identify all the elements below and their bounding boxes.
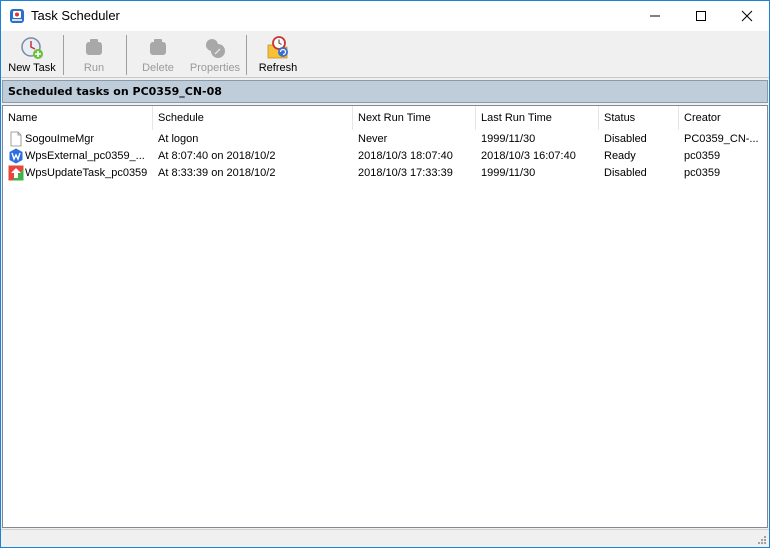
title-bar[interactable]: Task Scheduler xyxy=(1,1,769,31)
maximize-button[interactable] xyxy=(678,1,724,31)
schedule-cell: At logon xyxy=(158,133,199,145)
task-scheduler-app-icon xyxy=(10,9,24,23)
creator-cell: pc0359 xyxy=(684,167,721,179)
toolbar-separator xyxy=(246,35,247,75)
table-row[interactable]: WpsUpdateTask_pc0359 At 8:33:39 on 2018/… xyxy=(3,165,767,182)
minimize-icon xyxy=(650,15,660,17)
window-title: Task Scheduler xyxy=(31,8,120,23)
refresh-button[interactable]: Refresh xyxy=(251,33,305,77)
new-task-button[interactable]: New Task xyxy=(3,33,61,77)
close-button[interactable] xyxy=(724,1,770,31)
next-run-time-cell: Never xyxy=(358,133,388,145)
close-icon xyxy=(741,10,753,22)
run-icon xyxy=(86,39,102,55)
task-name-cell: WpsUpdateTask_pc0359 xyxy=(3,165,153,182)
new-task-label: New Task xyxy=(8,62,56,74)
task-scheduler-window: Task Scheduler New Task Run Delete Prope… xyxy=(0,0,770,548)
refresh-label: Refresh xyxy=(258,62,298,74)
scheduled-tasks-banner: Scheduled tasks on PC0359_CN-08 xyxy=(2,80,768,103)
last-run-time-cell: 2018/10/3 16:07:40 xyxy=(481,150,576,162)
delete-button[interactable]: Delete xyxy=(128,33,188,77)
minimize-button[interactable] xyxy=(632,1,678,31)
column-header-schedule[interactable]: Schedule xyxy=(153,106,353,130)
creator-cell: pc0359 xyxy=(684,150,721,162)
toolbar: New Task Run Delete Properties Refresh xyxy=(1,31,769,78)
wps-update-icon xyxy=(8,165,24,181)
last-run-time-cell: 1999/11/30 xyxy=(481,133,536,145)
properties-label: Properties xyxy=(189,62,241,74)
next-run-time-cell: 2018/10/3 17:33:39 xyxy=(358,167,453,179)
next-run-time-cell: 2018/10/3 18:07:40 xyxy=(358,150,453,162)
blank-document-icon xyxy=(10,131,22,147)
run-button[interactable]: Run xyxy=(65,33,123,77)
delete-icon xyxy=(150,39,166,55)
task-list[interactable]: Name Schedule Next Run Time Last Run Tim… xyxy=(2,105,768,528)
list-header: Name Schedule Next Run Time Last Run Tim… xyxy=(3,106,767,130)
maximize-icon xyxy=(696,11,706,21)
task-name: SogouImeMgr xyxy=(25,133,95,145)
status-cell: Disabled xyxy=(604,133,647,145)
properties-button[interactable]: Properties xyxy=(187,33,243,77)
status-bar xyxy=(1,529,769,547)
task-name: WpsUpdateTask_pc0359 xyxy=(25,167,148,179)
task-name-cell: WpsExternal_pc0359_... xyxy=(3,148,153,165)
column-header-name[interactable]: Name xyxy=(3,106,153,130)
creator-cell: PC0359_CN-... xyxy=(684,133,759,145)
schedule-cell: At 8:33:39 on 2018/10/2 xyxy=(158,167,276,179)
delete-label: Delete xyxy=(142,62,174,74)
properties-icon xyxy=(206,39,225,58)
task-name-cell: SogouImeMgr xyxy=(3,131,153,148)
new-task-icon xyxy=(21,37,43,59)
toolbar-separator xyxy=(126,35,127,75)
column-header-last-run-time[interactable]: Last Run Time xyxy=(476,106,599,130)
run-label: Run xyxy=(83,62,105,74)
refresh-icon xyxy=(267,36,288,59)
schedule-cell: At 8:07:40 on 2018/10/2 xyxy=(158,150,276,162)
toolbar-separator xyxy=(63,35,64,75)
status-cell: Disabled xyxy=(604,167,647,179)
table-row[interactable]: WpsExternal_pc0359_... At 8:07:40 on 201… xyxy=(3,148,767,165)
column-header-creator[interactable]: Creator xyxy=(679,106,767,130)
task-name: WpsExternal_pc0359_... xyxy=(25,150,145,162)
wps-w-icon xyxy=(9,148,23,164)
last-run-time-cell: 1999/11/30 xyxy=(481,167,536,179)
status-cell: Ready xyxy=(604,150,636,162)
column-header-next-run-time[interactable]: Next Run Time xyxy=(353,106,476,130)
banner-title: Scheduled tasks on PC0359_CN-08 xyxy=(8,85,222,98)
table-row[interactable]: SogouImeMgr At logon Never 1999/11/30 Di… xyxy=(3,131,767,148)
resize-grip-icon[interactable] xyxy=(757,535,767,545)
column-header-status[interactable]: Status xyxy=(599,106,679,130)
